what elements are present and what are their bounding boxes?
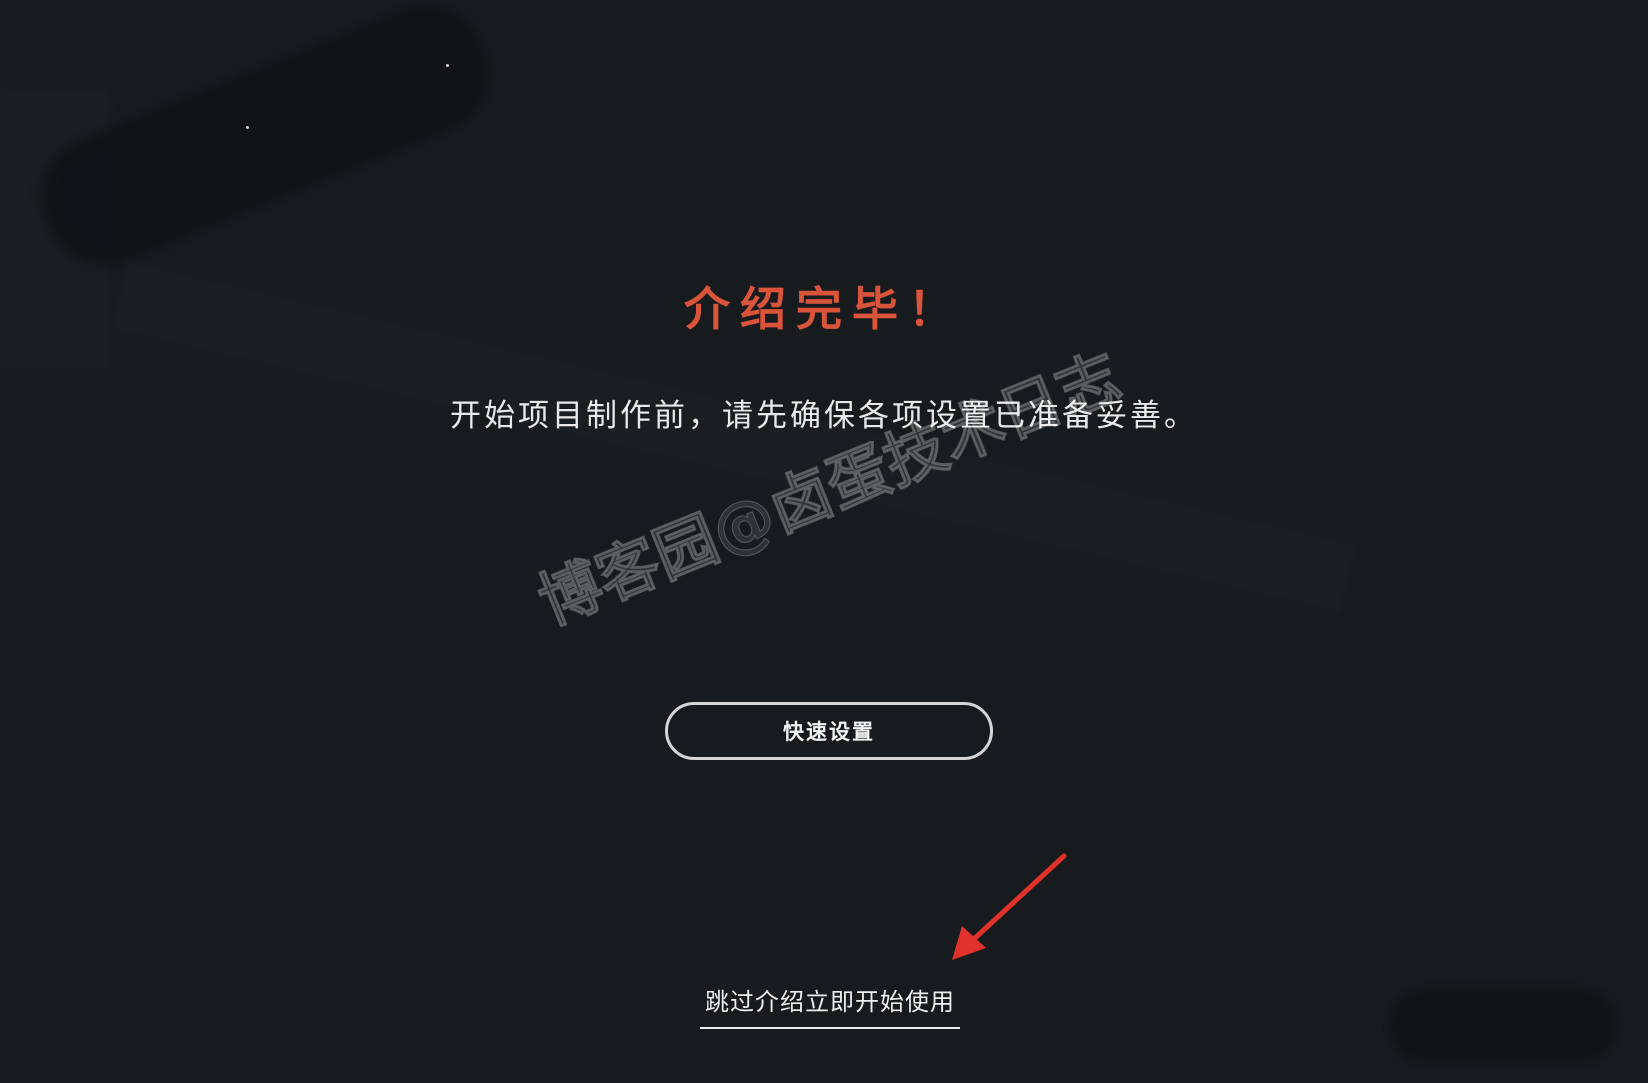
intro-complete-title: 介绍完毕！ bbox=[684, 282, 964, 336]
intro-complete-message: 开始项目制作前，请先确保各项设置已准备妥善。 bbox=[450, 398, 1198, 434]
sparkle-dot bbox=[246, 126, 249, 129]
arrow-pointer-icon bbox=[952, 853, 1067, 960]
quick-setup-button[interactable]: 快速设置 bbox=[665, 702, 993, 760]
background-blob bbox=[1388, 988, 1618, 1063]
background-brush-stroke bbox=[22, 0, 508, 284]
intro-complete-screen: 介绍完毕！ 开始项目制作前，请先确保各项设置已准备妥善。 博客园@卤蛋技术日志 … bbox=[0, 0, 1648, 1083]
sparkle-dot bbox=[446, 64, 449, 67]
skip-intro-link[interactable]: 跳过介绍立即开始使用 bbox=[700, 982, 960, 1029]
